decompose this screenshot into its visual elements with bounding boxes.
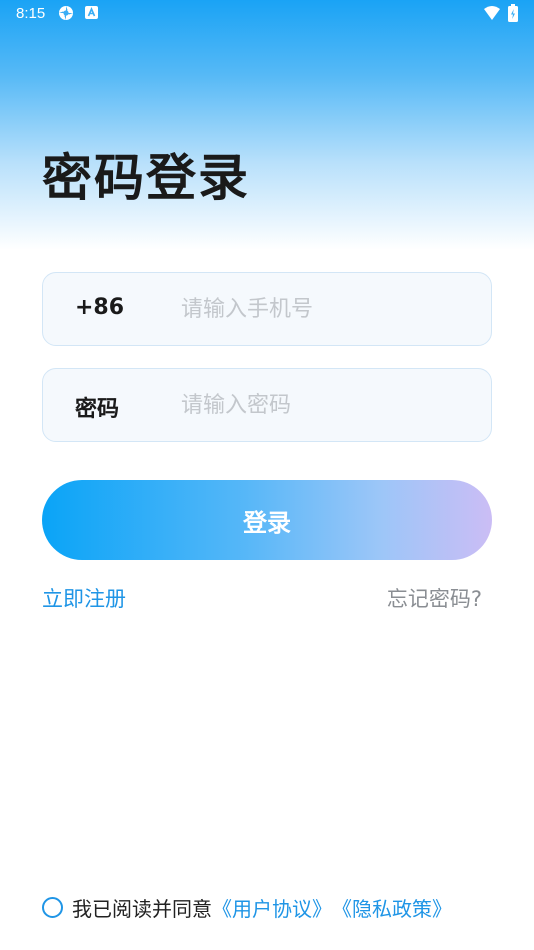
page-title: 密码登录 (42, 149, 250, 207)
password-label: 密码 (75, 397, 120, 422)
country-code-label: +86 (75, 295, 125, 320)
password-input[interactable] (181, 385, 471, 425)
register-link[interactable]: 立即注册 (42, 583, 126, 613)
agreement-row: 我已阅读并同意 《用户协议》 《隐私政策》 (42, 893, 452, 921)
user-agreement-link[interactable]: 《用户协议》 (212, 893, 332, 922)
login-button[interactable]: 登录 (42, 480, 492, 560)
agreement-text: 我已阅读并同意 (72, 896, 212, 921)
settings-gear-icon (59, 6, 73, 20)
privacy-policy-link[interactable]: 《隐私政策》 (332, 893, 452, 922)
phone-input[interactable] (181, 289, 471, 329)
header-gradient-background (0, 0, 534, 250)
forgot-password-link[interactable]: 忘记密码? (387, 583, 482, 613)
phone-field: +86 (42, 272, 492, 346)
status-bar: 8:15 (0, 0, 534, 28)
agreement-radio[interactable] (42, 896, 63, 918)
password-field: 密码 (42, 368, 492, 442)
battery-icon (508, 4, 518, 22)
app-a-icon (85, 6, 98, 19)
status-time: 8:15 (16, 5, 46, 22)
wifi-icon (484, 6, 500, 20)
